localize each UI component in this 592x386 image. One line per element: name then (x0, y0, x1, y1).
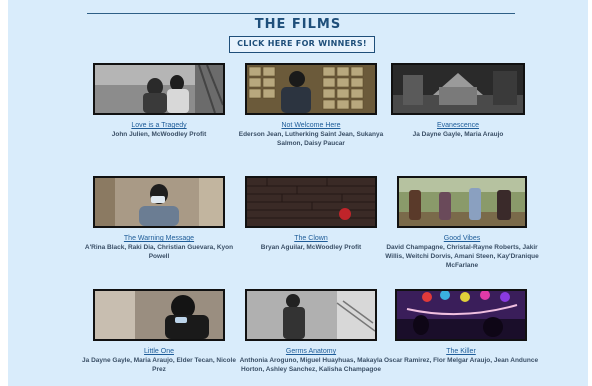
film-credits: Ja Dayne Gayle, Maria Araujo, Elder Teca… (82, 357, 236, 373)
film-card: The Clown Bryan Aguilar, McWoodley Profi… (231, 176, 391, 252)
film-card: Evanescence Ja Dayne Gayle, Maria Araujo (378, 63, 538, 139)
film-card: Little One Ja Dayne Gayle, Maria Araujo,… (79, 289, 239, 374)
film-title-link[interactable]: Love is a Tragedy (79, 121, 239, 130)
film-thumbnail[interactable] (245, 63, 377, 115)
film-credits: Ja Dayne Gayle, Maria Araujo (412, 131, 504, 138)
film-title-link[interactable]: Good Vibes (382, 234, 542, 243)
film-title-link[interactable]: Evanescence (378, 121, 538, 130)
film-thumbnail[interactable] (93, 289, 225, 341)
winners-button[interactable]: CLICK HERE FOR WINNERS! (229, 36, 375, 53)
film-thumbnail[interactable] (93, 176, 225, 228)
film-credits: A'Rina Black, Raki Dia, Christian Guevar… (84, 244, 234, 260)
film-credits: David Champagne, Christal-Rayne Roberts,… (385, 244, 539, 269)
film-thumbnail[interactable] (391, 63, 525, 115)
film-thumbnail[interactable] (397, 176, 527, 228)
film-title-link[interactable]: Little One (79, 347, 239, 356)
film-credits: Ederson Jean, Lutherking Saint Jean, Suk… (238, 131, 384, 147)
film-thumbnail[interactable] (93, 63, 225, 115)
film-thumbnail[interactable] (395, 289, 527, 341)
film-credits: Anthonia Aroguno, Miguel Huayhuas, Makay… (239, 357, 383, 373)
films-page: THE FILMS CLICK HERE FOR WINNERS! Love i… (8, 0, 588, 386)
film-card: Good Vibes David Champagne, Christal-Ray… (382, 176, 542, 270)
film-title-link[interactable]: Not Welcome Here (231, 121, 391, 130)
divider (87, 13, 515, 14)
film-credits: Oscar Ramirez, Flor Melgar Araujo, Jean … (383, 357, 539, 364)
film-thumbnail[interactable] (245, 289, 377, 341)
film-title-link[interactable]: The Warning Message (79, 234, 239, 243)
film-title-link[interactable]: The Clown (231, 234, 391, 243)
film-card: Love is a Tragedy John Julien, McWoodley… (79, 63, 239, 139)
film-credits: Bryan Aguilar, McWoodley Profit (260, 244, 362, 251)
film-card: Germs Anatomy Anthonia Aroguno, Miguel H… (231, 289, 391, 374)
film-thumbnail[interactable] (245, 176, 377, 228)
film-title-link[interactable]: The Killer (381, 347, 541, 356)
film-title-link[interactable]: Germs Anatomy (231, 347, 391, 356)
film-card: Not Welcome Here Ederson Jean, Lutherkin… (231, 63, 391, 148)
film-card: The Warning Message A'Rina Black, Raki D… (79, 176, 239, 261)
film-credits: John Julien, McWoodley Profit (111, 131, 207, 138)
page-title: THE FILMS (254, 17, 342, 32)
film-card: The Killer Oscar Ramirez, Flor Melgar Ar… (381, 289, 541, 365)
